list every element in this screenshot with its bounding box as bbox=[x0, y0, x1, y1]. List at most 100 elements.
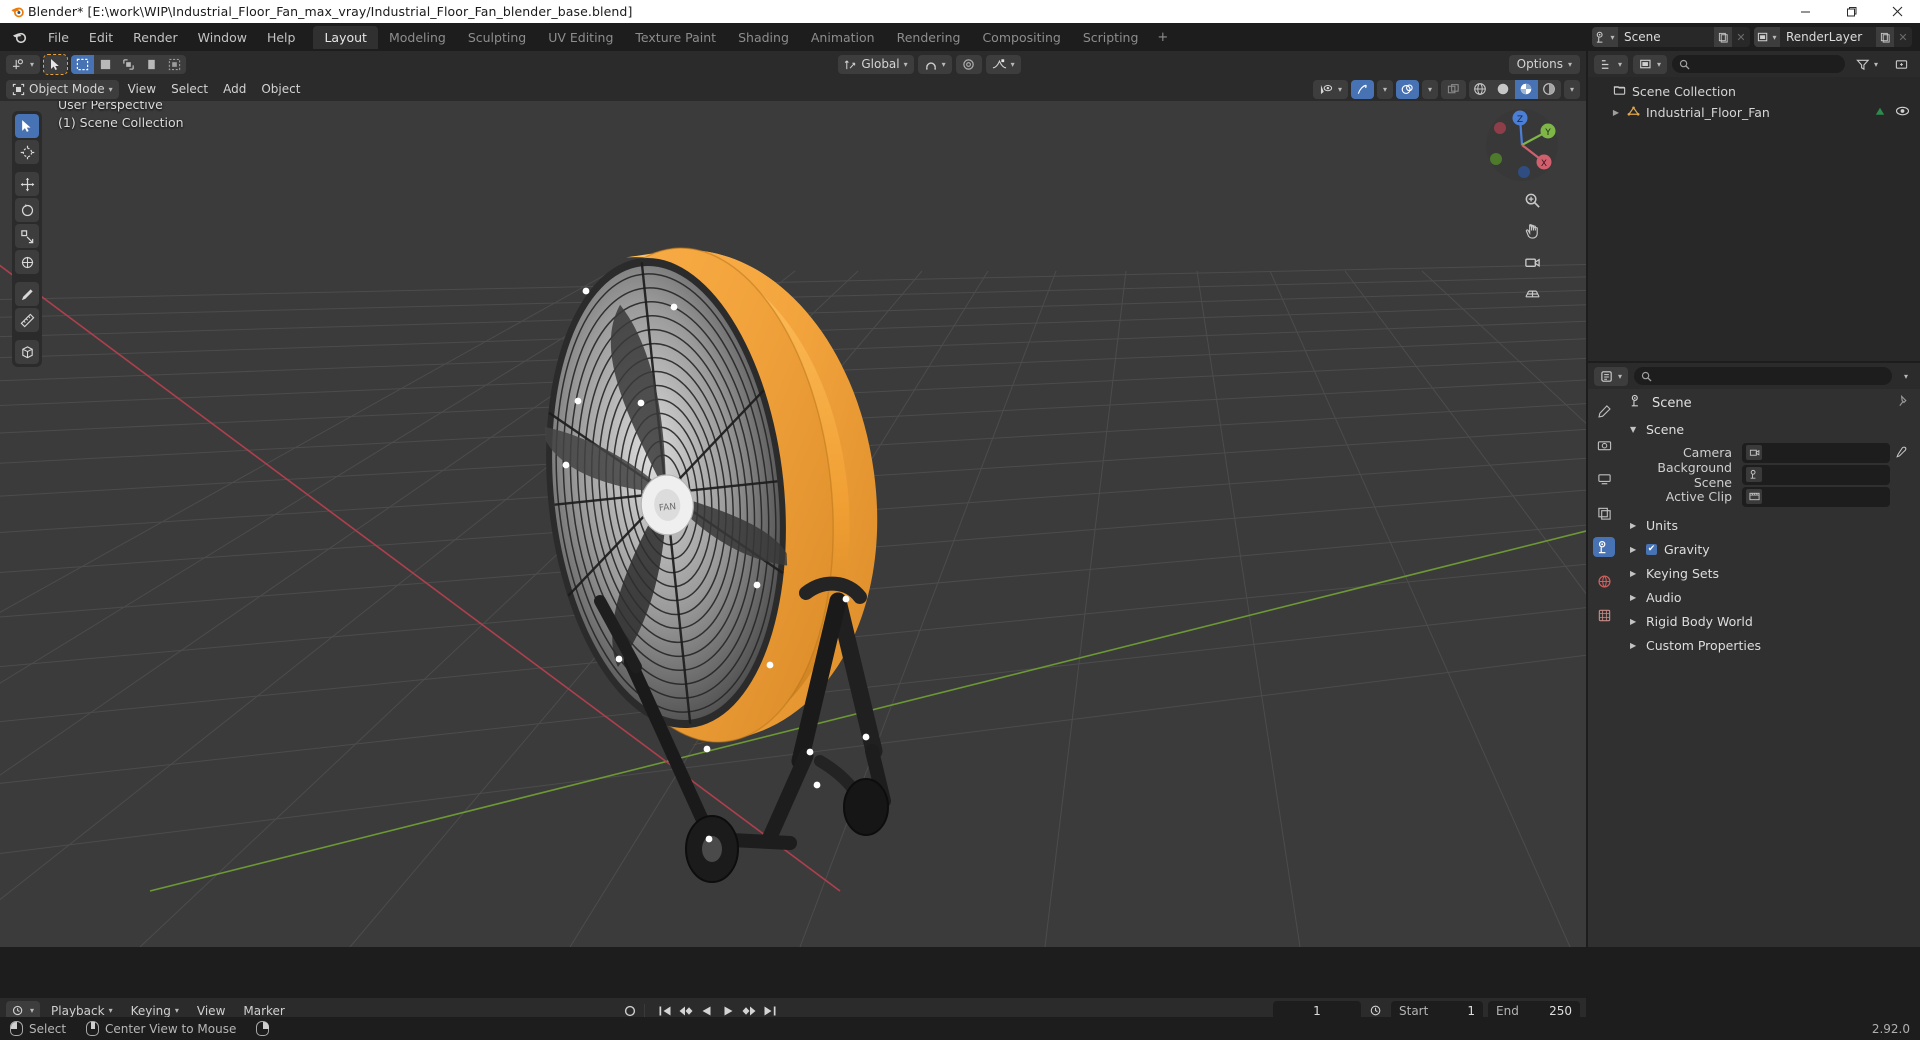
overlays-options-dropdown[interactable]: ▾ bbox=[1421, 79, 1438, 99]
view-layer-tab[interactable] bbox=[1593, 503, 1615, 523]
transform-orientation-selector[interactable]: Global ▾ bbox=[838, 54, 914, 74]
viewport-nav-buttons[interactable] bbox=[1521, 189, 1544, 305]
proportional-falloff-selector[interactable]: ▾ bbox=[985, 54, 1021, 74]
navigation-gizmo[interactable]: Z Y X bbox=[1482, 105, 1558, 181]
outliner-editor-type-selector[interactable]: ▾ bbox=[1594, 54, 1629, 74]
gizmo-options-dropdown[interactable]: ▾ bbox=[1376, 79, 1393, 99]
menu-render[interactable]: Render bbox=[123, 27, 188, 48]
active-clip-input[interactable] bbox=[1742, 486, 1890, 507]
unlink-scene-button[interactable]: ✕ bbox=[1732, 27, 1750, 47]
properties-editor-type-selector[interactable]: ▾ bbox=[1594, 366, 1629, 386]
outliner-editor[interactable]: ▾ ▾ ▾ Scene Collection ▶ Industrial_Floo… bbox=[1588, 51, 1920, 361]
field-background-scene[interactable]: Background Scene bbox=[1620, 460, 1910, 490]
ortho-persp-icon[interactable] bbox=[1521, 282, 1544, 305]
viewlayer-selector[interactable]: ▾ RenderLayer ✕ bbox=[1754, 27, 1912, 47]
tweak-tool[interactable] bbox=[15, 114, 39, 138]
annotate-tool[interactable] bbox=[15, 282, 39, 306]
tab-compositing[interactable]: Compositing bbox=[971, 26, 1071, 49]
menu-file[interactable]: File bbox=[38, 27, 79, 48]
panel-rigid-body-world-header[interactable]: ▶ Rigid Body World bbox=[1620, 609, 1920, 633]
eyedropper-icon[interactable] bbox=[1890, 446, 1910, 459]
editor-type-selector[interactable]: ▾ bbox=[6, 54, 41, 74]
wireframe-shading-icon[interactable] bbox=[1469, 80, 1492, 99]
panel-audio-header[interactable]: ▶ Audio bbox=[1620, 585, 1920, 609]
tab-texture-paint[interactable]: Texture Paint bbox=[624, 26, 727, 49]
mesh-data-icon[interactable] bbox=[1873, 105, 1887, 121]
panel-keying-sets-header[interactable]: ▶ Keying Sets bbox=[1620, 561, 1920, 585]
shading-options-dropdown[interactable]: ▾ bbox=[1563, 79, 1580, 99]
world-tab[interactable] bbox=[1593, 571, 1615, 591]
viewport-menu-add[interactable]: Add bbox=[217, 80, 252, 99]
tweak-icon[interactable] bbox=[94, 55, 117, 74]
properties-editor[interactable]: ▾ ▾ Scene ▼ Scene Camera Background Scen… bbox=[1588, 363, 1920, 947]
select-extend-icon[interactable] bbox=[163, 55, 186, 74]
viewport-menu-object[interactable]: Object bbox=[255, 80, 306, 99]
rotate-tool[interactable] bbox=[15, 198, 39, 222]
outliner-new-collection-icon[interactable] bbox=[1889, 55, 1914, 74]
menu-edit[interactable]: Edit bbox=[79, 27, 123, 48]
viewport-toolbar[interactable] bbox=[12, 111, 42, 367]
pin-icon[interactable] bbox=[1897, 394, 1910, 412]
properties-filter-dropdown[interactable]: ▾ bbox=[1898, 367, 1914, 386]
tab-scripting[interactable]: Scripting bbox=[1072, 26, 1150, 49]
panel-custom-properties-header[interactable]: ▶ Custom Properties bbox=[1620, 633, 1920, 657]
menu-window[interactable]: Window bbox=[188, 27, 257, 48]
tab-modeling[interactable]: Modeling bbox=[378, 26, 457, 49]
snapping-toggle[interactable]: ▾ bbox=[917, 54, 952, 74]
visibility-selector[interactable]: ▾ bbox=[1312, 79, 1348, 99]
texture-tab[interactable] bbox=[1593, 605, 1615, 625]
outliner-row-scene-collection[interactable]: Scene Collection bbox=[1588, 81, 1920, 102]
tab-shading[interactable]: Shading bbox=[727, 26, 800, 49]
render-tab[interactable] bbox=[1593, 435, 1615, 455]
cursor-tool[interactable] bbox=[15, 140, 39, 164]
outliner-tree[interactable]: Scene Collection ▶ Industrial_Floor_Fan bbox=[1588, 77, 1920, 127]
material-preview-shading-icon[interactable] bbox=[1514, 79, 1538, 99]
field-active-clip[interactable]: Active Clip bbox=[1620, 486, 1910, 507]
tab-rendering[interactable]: Rendering bbox=[886, 26, 972, 49]
lasso-select-icon[interactable] bbox=[140, 55, 163, 74]
close-button[interactable] bbox=[1874, 0, 1920, 23]
tab-animation[interactable]: Animation bbox=[800, 26, 886, 49]
solid-shading-icon[interactable] bbox=[1492, 80, 1515, 99]
camera-icon[interactable] bbox=[1521, 251, 1544, 274]
maximize-button[interactable] bbox=[1828, 0, 1874, 23]
scene-selector[interactable]: ▾ Scene ✕ bbox=[1592, 27, 1750, 47]
properties-tab-column[interactable] bbox=[1588, 389, 1620, 947]
outliner-search-input[interactable] bbox=[1672, 55, 1845, 73]
new-scene-button[interactable] bbox=[1714, 27, 1732, 47]
gravity-checkbox[interactable]: ✔ bbox=[1646, 543, 1657, 555]
output-tab[interactable] bbox=[1593, 469, 1615, 489]
camera-input[interactable] bbox=[1742, 442, 1890, 463]
scene-name[interactable]: Scene bbox=[1618, 30, 1714, 44]
outliner-row-object[interactable]: ▶ Industrial_Floor_Fan bbox=[1588, 102, 1920, 123]
zoom-icon[interactable] bbox=[1521, 189, 1544, 212]
tweak-tool-group[interactable] bbox=[43, 53, 69, 75]
overlays-toggle-group[interactable] bbox=[1395, 79, 1419, 99]
view-layer-name[interactable]: RenderLayer bbox=[1780, 30, 1876, 44]
new-viewlayer-button[interactable] bbox=[1876, 27, 1894, 47]
rendered-shading-icon[interactable] bbox=[1538, 80, 1561, 99]
outliner-filter-icon[interactable]: ▾ bbox=[1850, 55, 1884, 74]
panel-scene-header[interactable]: ▼ Scene bbox=[1620, 417, 1920, 441]
menu-help[interactable]: Help bbox=[257, 27, 306, 48]
viewport-canvas[interactable]: FAN User Perspective (1) Scene Collectio… bbox=[0, 101, 1586, 947]
add-cube-tool[interactable] bbox=[15, 340, 39, 364]
pan-icon[interactable] bbox=[1521, 220, 1544, 243]
blender-logo-icon[interactable] bbox=[6, 29, 32, 45]
proportional-editing-toggle[interactable] bbox=[955, 54, 982, 74]
tweak-select-icon[interactable] bbox=[44, 55, 67, 74]
xray-toggle[interactable] bbox=[1440, 79, 1466, 99]
select-mode-group[interactable] bbox=[71, 54, 187, 74]
panel-units-header[interactable]: ▶ Units bbox=[1620, 513, 1920, 537]
minimize-button[interactable] bbox=[1782, 0, 1828, 23]
interaction-mode-selector[interactable]: Object Mode ▾ bbox=[6, 79, 119, 99]
box-select-icon[interactable] bbox=[71, 54, 95, 74]
outliner-display-mode-selector[interactable]: ▾ bbox=[1633, 54, 1668, 74]
circle-select-icon[interactable] bbox=[117, 55, 140, 74]
tool-tab[interactable] bbox=[1593, 401, 1615, 421]
background-scene-input[interactable] bbox=[1742, 464, 1890, 485]
gizmo-toggle-group[interactable] bbox=[1350, 79, 1374, 99]
scene-tab[interactable] bbox=[1593, 537, 1615, 557]
object-disclosure-icon[interactable]: ▶ bbox=[1610, 108, 1622, 117]
overlays-icon[interactable] bbox=[1395, 79, 1419, 99]
